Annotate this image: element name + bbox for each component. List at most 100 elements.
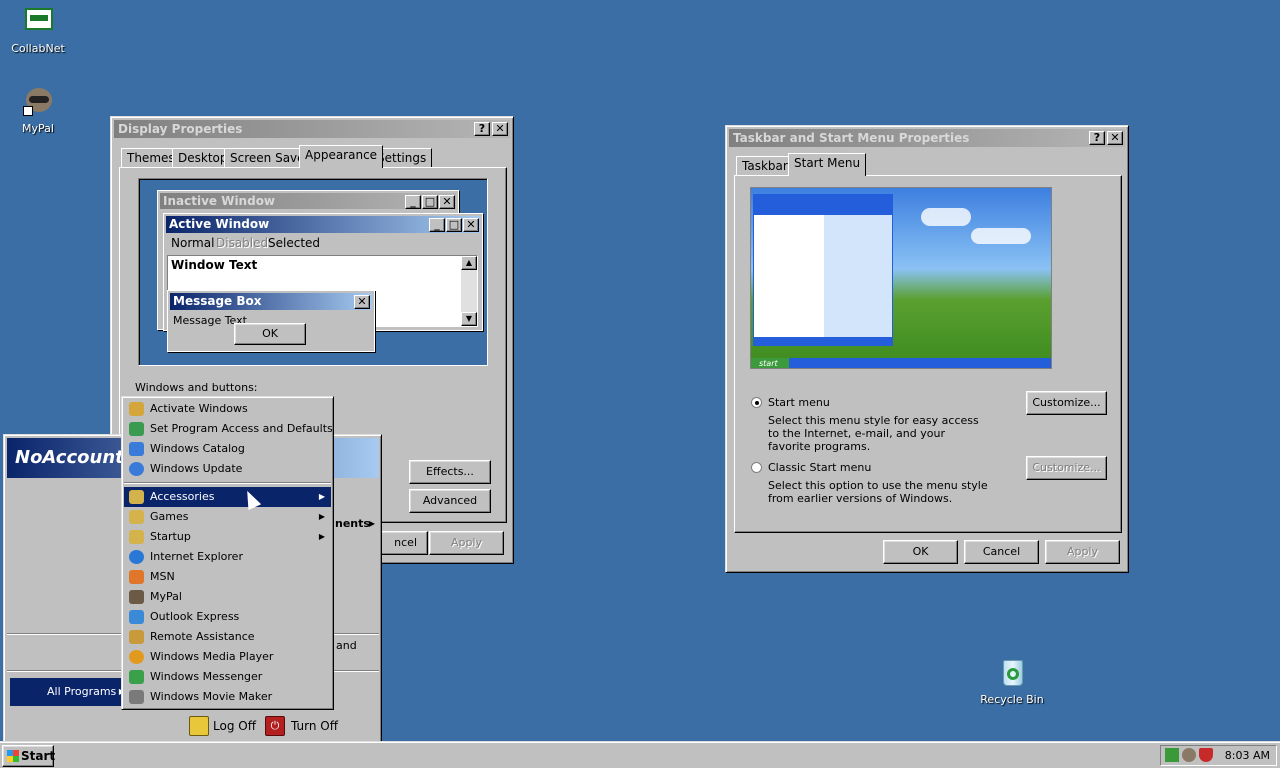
- program-startup[interactable]: Startup ▶: [124, 527, 331, 547]
- close-button: ✕: [354, 295, 370, 309]
- menu-separator: [124, 482, 331, 484]
- chevron-right-icon: ▶: [318, 492, 325, 501]
- close-button: ✕: [463, 218, 479, 232]
- security-shield-icon[interactable]: [1199, 748, 1213, 762]
- start-menu-radio[interactable]: [751, 397, 762, 408]
- activate-key-icon: [129, 402, 144, 416]
- start-menu-footer: Log Off ⏻ Turn Off Computer: [7, 711, 379, 757]
- folder-icon: [129, 490, 144, 504]
- system-tray: 8:03 AM: [1160, 745, 1277, 766]
- media-player-icon: [129, 650, 144, 664]
- effects-button[interactable]: Effects...: [409, 460, 491, 484]
- title-bar[interactable]: Display Properties ? ✕: [114, 120, 510, 138]
- log-off-button[interactable]: Log Off: [187, 714, 257, 738]
- taskbar-properties-window: Taskbar and Start Menu Properties ? ✕ Ta…: [725, 125, 1129, 573]
- help-button[interactable]: ?: [474, 122, 490, 136]
- program-remote-assistance[interactable]: Remote Assistance: [124, 627, 331, 647]
- windows-catalog-icon: [129, 442, 144, 456]
- close-button: ✕: [439, 195, 455, 209]
- preview-message-box: Message Box ✕ Message Text OK: [167, 290, 375, 352]
- network-tray-icon[interactable]: [1165, 748, 1179, 762]
- start-menu-partial-item[interactable]: and: [336, 639, 357, 652]
- program-games[interactable]: Games ▶: [124, 507, 331, 527]
- desktop-icon-mypal[interactable]: ↗ MyPal: [0, 86, 76, 135]
- windows-update-icon: [129, 462, 144, 476]
- maximize-button: □: [422, 195, 438, 209]
- windows-logo-icon: [7, 750, 19, 762]
- apply-button[interactable]: Apply: [1045, 540, 1120, 564]
- classic-start-menu-description: Select this option to use the menu style…: [768, 479, 988, 505]
- preview-start-button: start: [751, 358, 789, 368]
- desktop-icon-label: CollabNet: [11, 42, 65, 55]
- mypal-raccoon-icon: ↗: [22, 86, 54, 118]
- start-button[interactable]: Start: [2, 745, 55, 767]
- program-msn[interactable]: MSN: [124, 567, 331, 587]
- ok-button[interactable]: OK: [883, 540, 958, 564]
- ie-icon: [129, 550, 144, 564]
- minimize-button: _: [429, 218, 445, 232]
- tab-start-menu[interactable]: Start Menu: [788, 153, 867, 176]
- program-windows-movie-maker[interactable]: Windows Movie Maker: [124, 687, 331, 707]
- folder-icon: [129, 530, 144, 544]
- inactive-window-title: Inactive Window: [163, 194, 276, 208]
- program-mypal[interactable]: MyPal: [124, 587, 331, 607]
- mypal-icon: [129, 590, 144, 604]
- mypal-tray-icon[interactable]: [1182, 748, 1196, 762]
- close-icon: ✕: [1110, 131, 1120, 144]
- desktop-icon-label: Recycle Bin: [980, 693, 1044, 706]
- program-internet-explorer[interactable]: Internet Explorer: [124, 547, 331, 567]
- desktop-icon-recycle-bin[interactable]: Recycle Bin: [974, 657, 1050, 706]
- power-icon: ⏻: [265, 716, 285, 736]
- start-menu-option-label[interactable]: Start menu: [768, 396, 830, 409]
- key-icon: [189, 716, 209, 736]
- messenger-icon: [129, 670, 144, 684]
- classic-start-menu-radio[interactable]: [751, 462, 762, 473]
- turn-off-computer-button[interactable]: ⏻ Turn Off Computer: [263, 714, 379, 757]
- classic-start-menu-label[interactable]: Classic Start menu: [768, 461, 871, 474]
- clock[interactable]: 8:03 AM: [1225, 748, 1270, 763]
- program-windows-update[interactable]: Windows Update: [124, 459, 331, 479]
- chevron-right-icon: ▶: [368, 519, 375, 528]
- scroll-down-icon: ▼: [461, 312, 477, 326]
- start-menu-preview: start: [750, 187, 1052, 369]
- folder-icon: [129, 510, 144, 524]
- program-access-icon: [129, 422, 144, 436]
- preview-xp-start-menu: [753, 194, 893, 346]
- advanced-button[interactable]: Advanced: [409, 489, 491, 513]
- active-window-title: Active Window: [169, 217, 270, 231]
- title-bar[interactable]: Taskbar and Start Menu Properties ? ✕: [729, 129, 1125, 147]
- desktop-icon-label: MyPal: [22, 122, 54, 135]
- message-box-title: Message Box: [173, 294, 262, 308]
- appearance-preview: Inactive Window _ □ ✕ Active Window _ □ …: [138, 178, 488, 366]
- start-menu-description: Select this menu style for easy access t…: [768, 414, 979, 453]
- all-programs-button[interactable]: All Programs ▶: [10, 678, 128, 706]
- apply-button[interactable]: Apply: [429, 531, 504, 555]
- recycle-bin-icon: [996, 657, 1028, 689]
- preview-menu-selected: Selected: [268, 236, 321, 250]
- program-activate-windows[interactable]: Activate Windows: [124, 399, 331, 419]
- program-outlook-express[interactable]: Outlook Express: [124, 607, 331, 627]
- outlook-icon: [129, 610, 144, 624]
- program-set-access-defaults[interactable]: Set Program Access and Defaults: [124, 419, 333, 439]
- movie-maker-icon: [129, 690, 144, 704]
- customize-start-menu-button[interactable]: Customize...: [1026, 391, 1107, 415]
- close-icon: ✕: [495, 122, 505, 135]
- tab-panel: start Start menu Select this menu style …: [734, 175, 1122, 533]
- program-windows-media-player[interactable]: Windows Media Player: [124, 647, 331, 667]
- remote-assistance-icon: [129, 630, 144, 644]
- close-button[interactable]: ✕: [1107, 131, 1123, 145]
- customize-classic-button[interactable]: Customize...: [1026, 456, 1107, 480]
- preview-scrollbar: ▲ ▼: [461, 256, 477, 326]
- program-accessories[interactable]: Accessories ▶: [124, 487, 331, 507]
- program-windows-catalog[interactable]: Windows Catalog: [124, 439, 331, 459]
- cancel-button[interactable]: Cancel: [964, 540, 1039, 564]
- program-windows-messenger[interactable]: Windows Messenger: [124, 667, 331, 687]
- scroll-up-icon: ▲: [461, 256, 477, 270]
- preview-taskbar: start: [751, 358, 1051, 368]
- tab-taskbar[interactable]: Taskbar: [736, 156, 794, 176]
- tab-appearance[interactable]: Appearance: [299, 145, 384, 168]
- help-button[interactable]: ?: [1089, 131, 1105, 145]
- desktop-icon-collabnet[interactable]: CollabNet: [0, 6, 76, 55]
- close-button[interactable]: ✕: [492, 122, 508, 136]
- preview-menu-normal: Normal: [171, 236, 215, 250]
